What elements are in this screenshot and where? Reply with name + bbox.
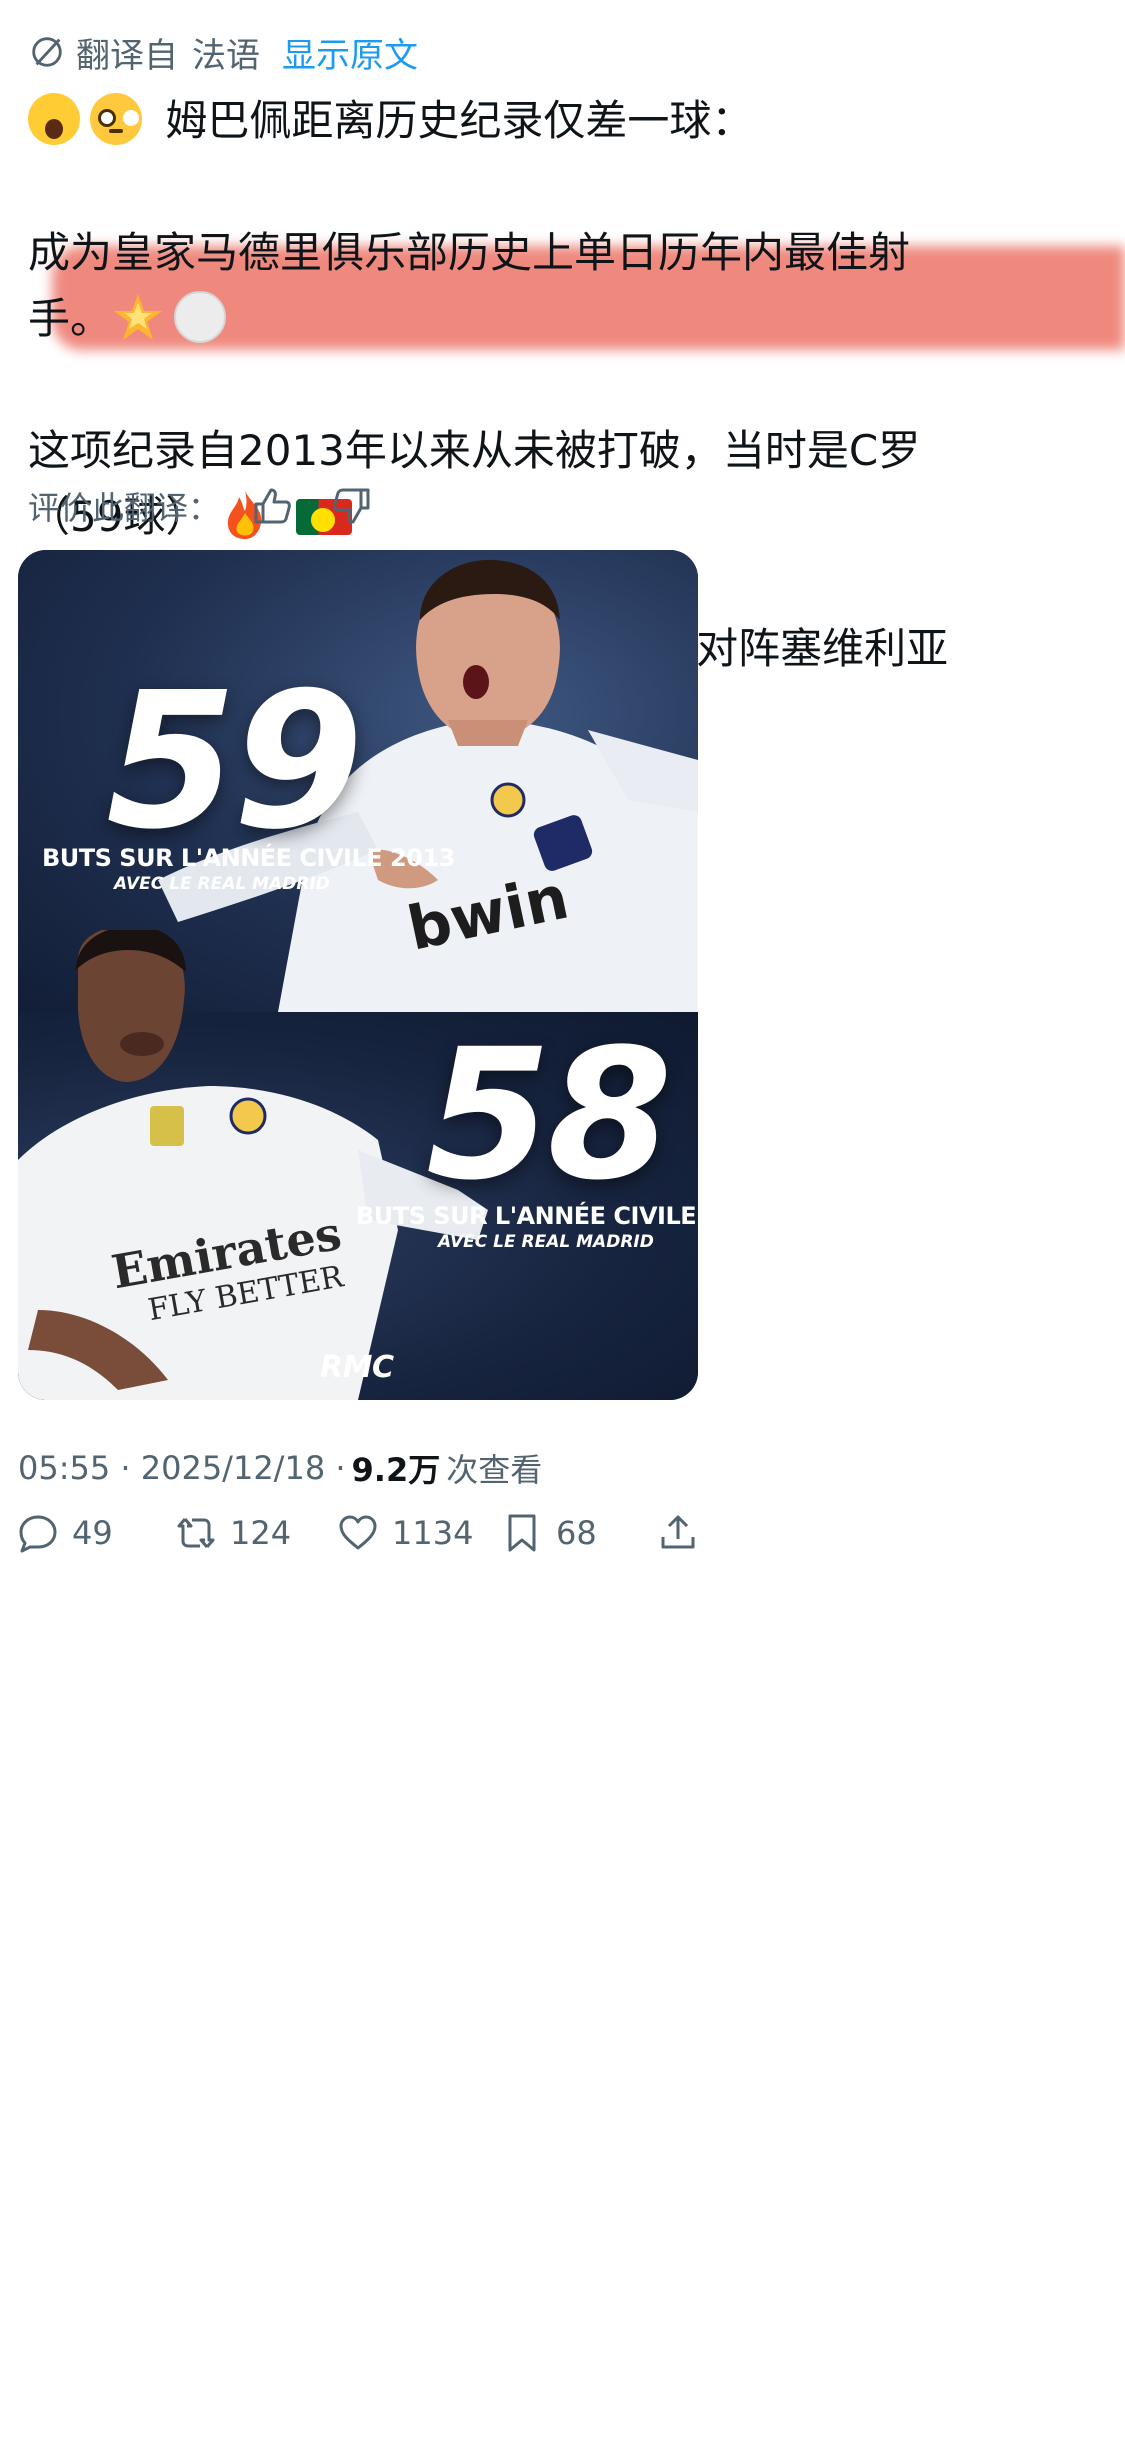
like-button[interactable]: 1134	[338, 1508, 473, 1558]
retweet-button[interactable]: 124	[176, 1508, 291, 1558]
thumbs-up-icon[interactable]	[250, 484, 294, 528]
rate-translation-label: 评价此翻译：	[28, 489, 221, 527]
tweet-line-4: 这项纪录自2013年以来从未被打破，当时是C罗	[28, 426, 921, 475]
thumbs-down-icon[interactable]	[330, 484, 374, 528]
bottom-caption: BUTS SUR L'ANNÉE CIVILE 2025	[356, 1202, 698, 1230]
meta-separator: ·	[325, 1449, 346, 1487]
show-original-link[interactable]: 显示原文	[282, 28, 418, 77]
translation-language: 法语	[192, 35, 260, 76]
bookmark-count: 68	[556, 1514, 597, 1552]
top-caption: BUTS SUR L'ANNÉE CIVILE 2013	[42, 844, 455, 872]
heart-icon	[339, 1515, 377, 1550]
share-button[interactable]	[658, 1508, 712, 1558]
tweet-media-image[interactable]: bwin 59 BUTS SUR L'ANNÉE CIVILE 2013 AVE…	[18, 550, 698, 1400]
tweet-headline: 姆巴佩距离历史纪录仅差一球：	[165, 96, 754, 145]
top-goal-number: 59	[106, 652, 364, 871]
star-emoji-icon	[112, 291, 164, 343]
flushed-emoji-icon	[90, 93, 142, 145]
meta-separator: ·	[110, 1449, 141, 1487]
top-subcaption: AVEC LE REAL MADRID	[114, 874, 330, 894]
view-count: 9.2万	[351, 1451, 441, 1489]
translate-icon	[32, 37, 62, 67]
share-icon	[661, 1515, 695, 1549]
reply-count: 49	[72, 1514, 113, 1552]
tweet-action-bar: 49 124 1134 68	[18, 1508, 1108, 1558]
tweet-time: 05:55	[18, 1449, 111, 1487]
bookmark-button[interactable]: 68	[502, 1508, 597, 1558]
tweet-line-3-text: 手。	[28, 294, 113, 343]
translation-bar: 翻译自 法语 显示原文	[28, 28, 418, 77]
tweet-date: 2025/12/18	[140, 1449, 326, 1487]
white-circle-emoji-icon	[174, 291, 227, 343]
tweet-line-3: 手。	[28, 286, 1098, 352]
reply-button[interactable]: 49	[18, 1508, 113, 1558]
scream-emoji-icon	[28, 93, 80, 145]
tweet-meta: 05:55 · 2025/12/18 · 9.2万 次查看	[18, 1446, 542, 1490]
bookmark-icon	[508, 1514, 536, 1552]
bottom-subcaption: AVEC LE REAL MADRID	[438, 1232, 654, 1252]
retweet-icon	[177, 1518, 215, 1548]
tweet-line-2: 成为皇家马德里俱乐部历史上单日历年内最佳射	[28, 228, 911, 277]
reply-icon	[19, 1515, 57, 1553]
tweet-line-1: 姆巴佩距离历史纪录仅差一球：	[28, 88, 1098, 154]
translation-prefix: 翻译自	[76, 35, 178, 76]
rate-translation: 评价此翻译：	[28, 484, 410, 528]
rmc-logo: RMC	[320, 1350, 394, 1385]
retweet-count: 124	[230, 1514, 292, 1552]
like-count: 1134	[392, 1514, 474, 1552]
bottom-goal-number: 58	[426, 1011, 672, 1220]
view-count-label: 次查看	[446, 1451, 543, 1489]
